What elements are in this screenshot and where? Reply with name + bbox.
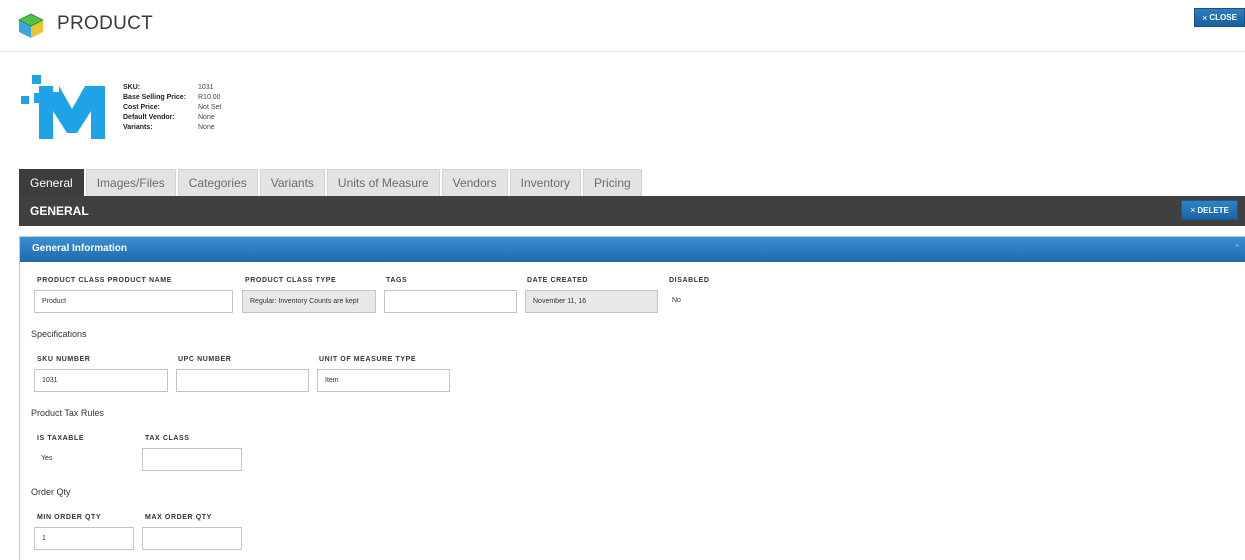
- class-type-field: Regular: Inventory Counts are kept: [242, 290, 376, 313]
- summary-row: Cost Price: Not Set: [123, 103, 221, 113]
- min-order-qty-label: MIN ORDER QTY: [37, 514, 102, 521]
- summary-value: None: [198, 114, 215, 121]
- specifications-heading: Specifications: [31, 329, 87, 339]
- uom-type-input[interactable]: Item: [317, 369, 450, 392]
- product-image: [21, 75, 105, 139]
- cube-icon: [18, 13, 44, 38]
- delete-button[interactable]: × DELETE: [1181, 200, 1238, 220]
- summary-key: Cost Price:: [123, 104, 160, 111]
- tab-bar: General Images/Files Categories Variants…: [19, 169, 642, 196]
- summary-row: Base Selling Price: R10.00: [123, 93, 221, 103]
- summary-row: Variants: None: [123, 123, 221, 133]
- close-button-label: CLOSE: [1209, 13, 1237, 22]
- min-order-qty-input[interactable]: 1: [34, 527, 134, 550]
- max-order-qty-input[interactable]: [142, 527, 242, 550]
- disabled-value: No: [672, 297, 681, 304]
- section-bar: GENERAL × DELETE: [19, 196, 1245, 226]
- tab-images-files[interactable]: Images/Files: [85, 169, 176, 196]
- summary-value: Not Set: [198, 104, 222, 111]
- summary-value: R10.00: [198, 94, 221, 101]
- summary-key: Base Selling Price:: [123, 94, 187, 101]
- uom-type-label: UNIT OF MEASURE TYPE: [319, 356, 417, 363]
- chevron-up-icon[interactable]: ⌃: [1233, 243, 1241, 254]
- class-type-label: PRODUCT CLASS TYPE: [245, 277, 337, 284]
- order-qty-heading: Order Qty: [31, 487, 71, 497]
- summary-key: Default Vendor:: [123, 114, 175, 121]
- tab-variants[interactable]: Variants: [259, 169, 325, 196]
- tax-rules-heading: Product Tax Rules: [31, 408, 104, 418]
- summary-value: None: [198, 124, 215, 131]
- panel-title: General Information: [32, 243, 128, 254]
- summary-value: 1031: [198, 84, 214, 91]
- close-icon: ×: [1202, 12, 1208, 23]
- summary-key: Variants:: [123, 124, 153, 131]
- product-summary: SKU: 1031 Base Selling Price: R10.00 Cost …: [123, 83, 221, 133]
- summary-row: Default Vendor: None: [123, 113, 221, 123]
- sku-number-input[interactable]: 1031: [34, 369, 168, 392]
- tab-units-of-measure[interactable]: Units of Measure: [326, 169, 440, 196]
- date-created-label: DATE CREATED: [527, 277, 588, 284]
- tags-label: TAGS: [386, 277, 408, 284]
- tags-input[interactable]: [384, 290, 517, 313]
- section-title: GENERAL: [30, 204, 89, 218]
- close-button[interactable]: × CLOSE: [1194, 8, 1245, 27]
- upc-number-label: UPC NUMBER: [178, 356, 232, 363]
- sku-number-label: SKU NUMBER: [37, 356, 91, 363]
- summary-row: SKU: 1031: [123, 83, 221, 93]
- tab-categories[interactable]: Categories: [177, 169, 258, 196]
- panel-header[interactable]: General Information ⌃: [20, 237, 1245, 262]
- summary-key: SKU:: [123, 84, 141, 91]
- is-taxable-label: IS TAXABLE: [37, 435, 85, 442]
- general-information-panel: General Information ⌃ PRODUCT CLASS PROD…: [19, 236, 1245, 560]
- page-title: PRODUCT: [57, 13, 154, 34]
- max-order-qty-label: MAX ORDER QTY: [145, 514, 212, 521]
- tab-pricing[interactable]: Pricing: [583, 169, 642, 196]
- product-name-label: PRODUCT CLASS PRODUCT NAME: [37, 277, 172, 284]
- date-created-field: November 11, 16: [525, 290, 658, 313]
- tax-class-input[interactable]: [142, 448, 242, 471]
- tab-vendors[interactable]: Vendors: [441, 169, 508, 196]
- delete-button-label: DELETE: [1197, 205, 1229, 215]
- tax-class-label: TAX CLASS: [145, 435, 190, 442]
- tab-general[interactable]: General: [19, 169, 84, 196]
- tab-inventory[interactable]: Inventory: [509, 169, 582, 196]
- page-header: PRODUCT × CLOSE: [0, 0, 1245, 52]
- product-name-input[interactable]: Product: [34, 290, 233, 313]
- is-taxable-value: Yes: [41, 455, 53, 462]
- disabled-label: DISABLED: [669, 277, 710, 284]
- close-icon: ×: [1190, 205, 1196, 215]
- upc-number-input[interactable]: [176, 369, 309, 392]
